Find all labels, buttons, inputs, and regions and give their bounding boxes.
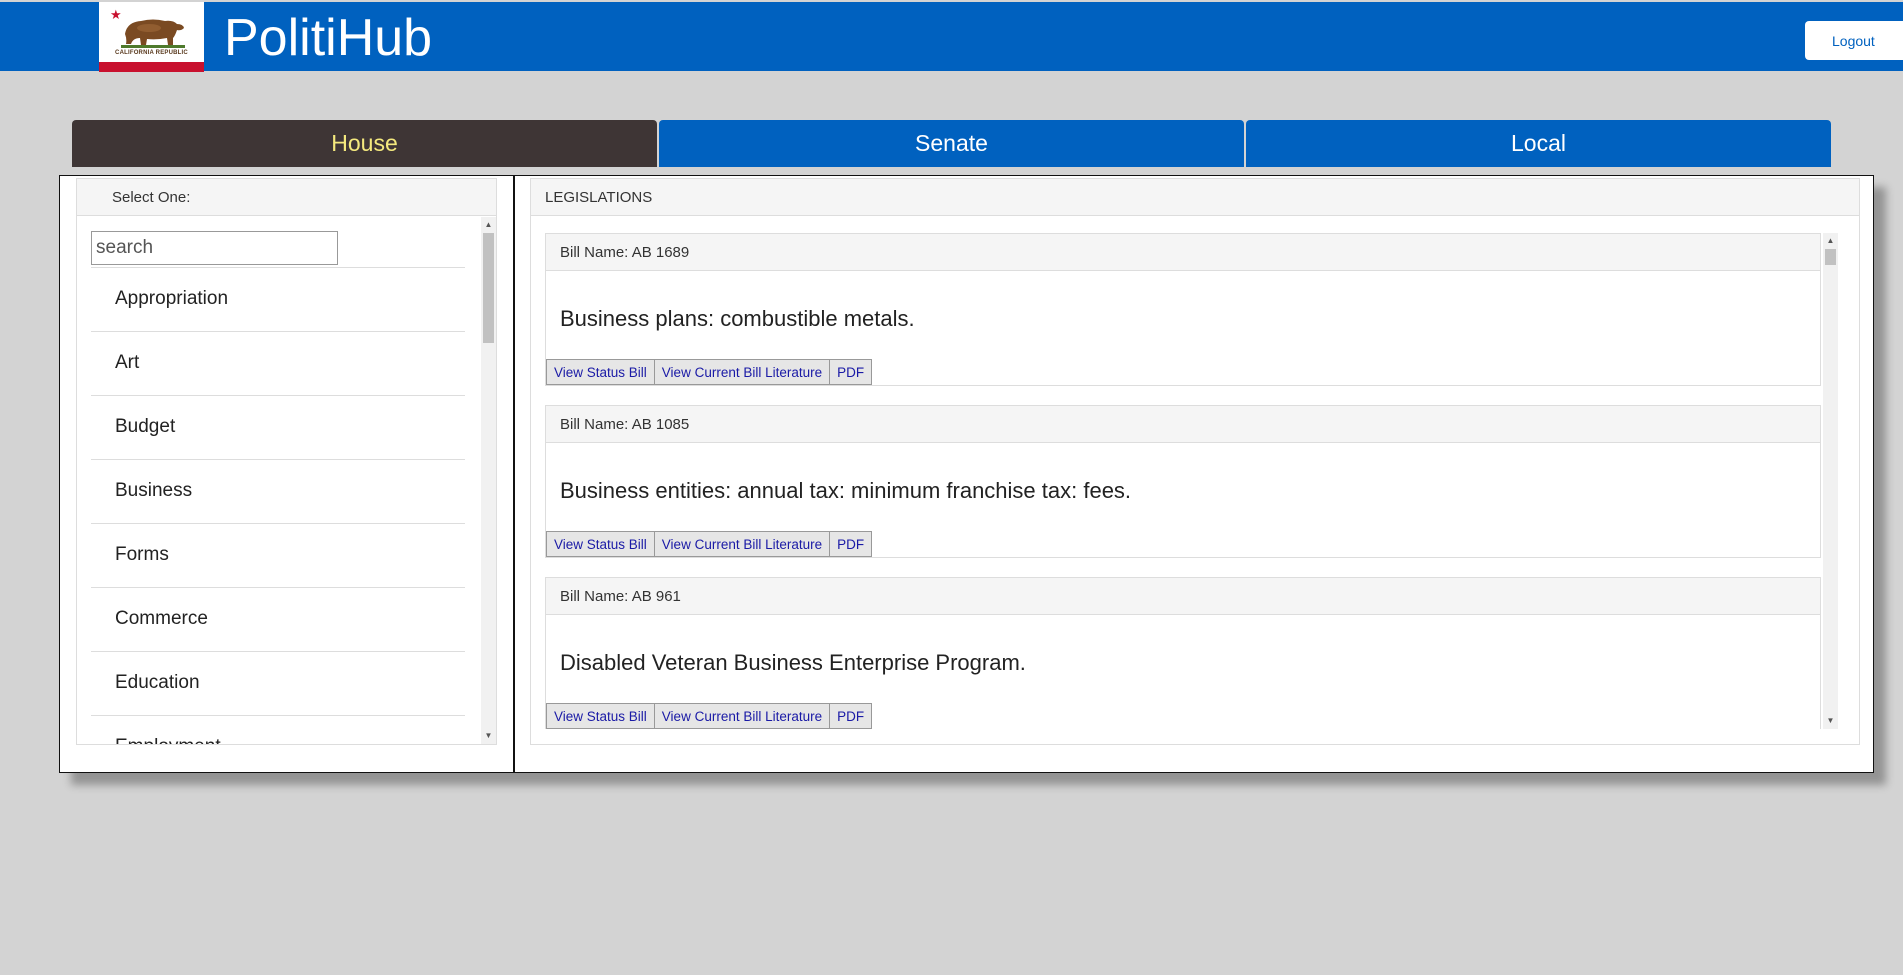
- tab-house[interactable]: House: [72, 120, 657, 167]
- bill-card: Bill Name: AB 1689 Business plans: combu…: [545, 233, 1821, 386]
- category-scroll-thumb[interactable]: [483, 233, 494, 343]
- view-status-bill-button[interactable]: View Status Bill: [546, 359, 655, 385]
- category-list: Appropriation Art Budget Business Forms …: [91, 267, 465, 744]
- bill-actions: View Status Bill View Current Bill Liter…: [546, 703, 873, 729]
- scroll-up-arrow-icon[interactable]: ▲: [481, 219, 496, 231]
- content-container: Select One: Appropriation Art Budget Bus…: [59, 175, 1874, 773]
- scroll-up-arrow-icon[interactable]: ▲: [1823, 235, 1838, 247]
- bill-card: Bill Name: AB 1085 Business entities: an…: [545, 405, 1821, 558]
- category-item-art[interactable]: Art: [91, 331, 465, 395]
- view-bill-literature-button[interactable]: View Current Bill Literature: [653, 359, 831, 385]
- category-item-commerce[interactable]: Commerce: [91, 587, 465, 651]
- view-bill-literature-button[interactable]: View Current Bill Literature: [653, 531, 831, 557]
- bill-description: Disabled Veteran Business Enterprise Pro…: [560, 650, 1026, 675]
- california-flag-logo: ★ CALIFORNIA REPUBLIC: [99, 2, 204, 72]
- scroll-down-arrow-icon[interactable]: ▼: [481, 730, 496, 742]
- category-item-education[interactable]: Education: [91, 651, 465, 715]
- bill-scrollbar[interactable]: ▲ ▼: [1823, 233, 1838, 729]
- category-item-appropriation[interactable]: Appropriation: [91, 267, 465, 331]
- category-scrollbar[interactable]: ▲ ▼: [481, 217, 496, 744]
- panel-divider: [513, 176, 515, 772]
- bill-card: Bill Name: AB 961 Disabled Veteran Busin…: [545, 577, 1821, 729]
- view-status-bill-button[interactable]: View Status Bill: [546, 531, 655, 557]
- bill-actions: View Status Bill View Current Bill Liter…: [546, 359, 873, 385]
- top-navbar: ★ CALIFORNIA REPUBLIC PolitiHub Logout: [0, 2, 1903, 72]
- category-scroll-area: Appropriation Art Budget Business Forms …: [77, 217, 481, 744]
- view-bill-literature-button[interactable]: View Current Bill Literature: [653, 703, 831, 729]
- pdf-button[interactable]: PDF: [829, 359, 873, 385]
- category-item-forms[interactable]: Forms: [91, 523, 465, 587]
- search-input[interactable]: [91, 231, 338, 265]
- logout-button[interactable]: Logout: [1805, 21, 1903, 60]
- bill-scroll-area: Bill Name: AB 1689 Business plans: combu…: [545, 233, 1821, 729]
- pdf-button[interactable]: PDF: [829, 703, 873, 729]
- bill-name: Bill Name: AB 961: [546, 578, 1820, 615]
- bill-name: Bill Name: AB 1689: [546, 234, 1820, 271]
- view-status-bill-button[interactable]: View Status Bill: [546, 703, 655, 729]
- tab-local[interactable]: Local: [1246, 120, 1831, 167]
- category-item-business[interactable]: Business: [91, 459, 465, 523]
- bill-description: Business entities: annual tax: minimum f…: [560, 478, 1132, 503]
- category-panel: Select One: Appropriation Art Budget Bus…: [76, 178, 497, 745]
- app-title: PolitiHub: [224, 9, 433, 67]
- legislation-panel-title: LEGISLATIONS: [531, 179, 1859, 216]
- category-item-employment[interactable]: Employment: [91, 715, 465, 744]
- logo-caption: CALIFORNIA REPUBLIC: [115, 50, 188, 56]
- bill-description: Business plans: combustible metals.: [560, 306, 915, 331]
- category-panel-title: Select One:: [77, 179, 496, 216]
- tab-senate[interactable]: Senate: [659, 120, 1244, 167]
- flag-stripe: [99, 62, 204, 72]
- bill-name: Bill Name: AB 1085: [546, 406, 1820, 443]
- scroll-down-arrow-icon[interactable]: ▼: [1823, 715, 1838, 727]
- bear-icon: [121, 19, 185, 48]
- category-item-budget[interactable]: Budget: [91, 395, 465, 459]
- chamber-tabs: House Senate Local: [72, 120, 1831, 167]
- bill-actions: View Status Bill View Current Bill Liter…: [546, 531, 873, 557]
- legislation-panel: LEGISLATIONS Bill Name: AB 1689 Business…: [530, 178, 1860, 745]
- bill-scroll-thumb[interactable]: [1825, 249, 1836, 265]
- pdf-button[interactable]: PDF: [829, 531, 873, 557]
